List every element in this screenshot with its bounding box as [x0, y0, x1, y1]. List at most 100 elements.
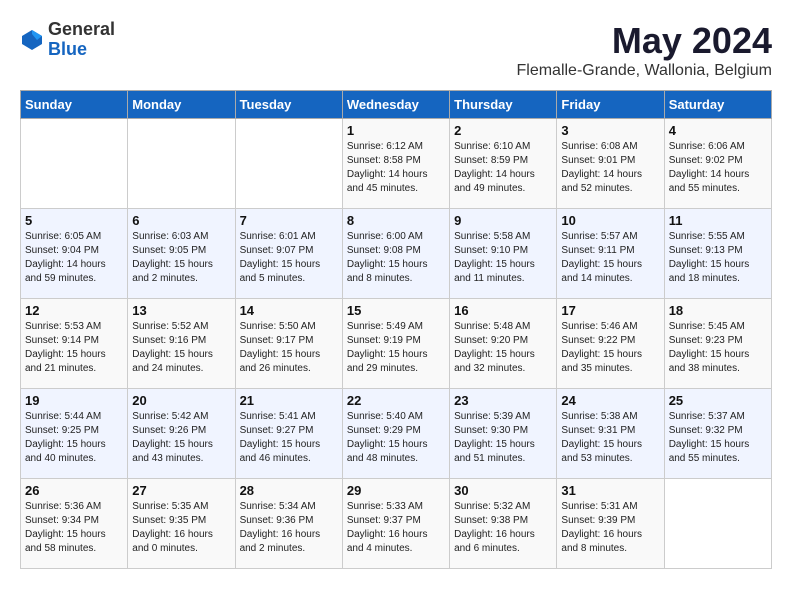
day-number: 4 [669, 123, 767, 138]
calendar-cell: 18Sunrise: 5:45 AM Sunset: 9:23 PM Dayli… [664, 299, 771, 389]
calendar-cell: 25 Sunrise: 5:37 AM Sunset: 9:32 PM Dayli… [664, 389, 771, 479]
day-number: 29 [347, 483, 445, 498]
day-info: Sunrise: 5:53 AM Sunset: 9:14 PM Dayligh… [25, 320, 123, 376]
calendar-cell [235, 119, 342, 209]
day-info: Sunrise: 6:03 AM Sunset: 9:05 PM Dayligh… [132, 230, 230, 286]
day-number: 14 [240, 303, 338, 318]
weekday-header-row: SundayMondayTuesdayWednesdayThursdayFrid… [21, 91, 772, 119]
day-info: Sunrise: 5:50 AM Sunset: 9:17 PM Dayligh… [240, 320, 338, 376]
page-header: General Blue May 2024 Flemalle-Grande, W… [20, 20, 772, 80]
day-info: Sunrise: 6:12 AM Sunset: 8:58 PM Dayligh… [347, 140, 445, 196]
day-number: 7 [240, 213, 338, 228]
day-number: 1 [347, 123, 445, 138]
calendar-cell: 11Sunrise: 5:55 AM Sunset: 9:13 PM Dayli… [664, 209, 771, 299]
calendar-cell: 4 Sunrise: 6:06 AM Sunset: 9:02 PM Daylig… [664, 119, 771, 209]
calendar-week-row: 1 Sunrise: 6:12 AM Sunset: 8:58 PM Daylig… [21, 119, 772, 209]
day-info: Sunrise: 5:44 AM Sunset: 9:25 PM Dayligh… [25, 410, 123, 466]
day-number: 2 [454, 123, 552, 138]
weekday-header-saturday: Saturday [664, 91, 771, 119]
day-number: 22 [347, 393, 445, 408]
day-info: Sunrise: 5:33 AM Sunset: 9:37 PM Dayligh… [347, 500, 445, 556]
calendar-cell: 16 Sunrise: 5:48 AM Sunset: 9:20 PM Dayli… [450, 299, 557, 389]
calendar-cell [21, 119, 128, 209]
day-info: Sunrise: 5:37 AM Sunset: 9:32 PM Dayligh… [669, 410, 767, 466]
day-number: 5 [25, 213, 123, 228]
calendar-cell: 15Sunrise: 5:49 AM Sunset: 9:19 PM Dayli… [342, 299, 449, 389]
calendar-cell: 28Sunrise: 5:34 AM Sunset: 9:36 PM Dayli… [235, 479, 342, 569]
calendar-cell: 9Sunrise: 5:58 AM Sunset: 9:10 PM Daylig… [450, 209, 557, 299]
day-number: 8 [347, 213, 445, 228]
calendar-cell: 29 Sunrise: 5:33 AM Sunset: 9:37 PM Dayli… [342, 479, 449, 569]
day-info: Sunrise: 6:10 AM Sunset: 8:59 PM Dayligh… [454, 140, 552, 196]
day-number: 27 [132, 483, 230, 498]
day-number: 30 [454, 483, 552, 498]
logo-blue-text: Blue [48, 40, 115, 60]
day-number: 31 [561, 483, 659, 498]
calendar-cell: 6 Sunrise: 6:03 AM Sunset: 9:05 PM Daylig… [128, 209, 235, 299]
day-info: Sunrise: 5:35 AM Sunset: 9:35 PM Dayligh… [132, 500, 230, 556]
calendar-cell: 26 Sunrise: 5:36 AM Sunset: 9:34 PM Dayli… [21, 479, 128, 569]
day-info: Sunrise: 5:45 AM Sunset: 9:23 PM Dayligh… [669, 320, 767, 376]
day-number: 19 [25, 393, 123, 408]
day-info: Sunrise: 5:38 AM Sunset: 9:31 PM Dayligh… [561, 410, 659, 466]
day-number: 6 [132, 213, 230, 228]
calendar-cell: 31 Sunrise: 5:31 AM Sunset: 9:39 PM Dayli… [557, 479, 664, 569]
calendar-cell: 19 Sunrise: 5:44 AM Sunset: 9:25 PM Dayli… [21, 389, 128, 479]
day-number: 24 [561, 393, 659, 408]
calendar-cell [128, 119, 235, 209]
day-number: 16 [454, 303, 552, 318]
logo-icon [20, 28, 44, 52]
day-info: Sunrise: 5:39 AM Sunset: 9:30 PM Dayligh… [454, 410, 552, 466]
day-info: Sunrise: 5:31 AM Sunset: 9:39 PM Dayligh… [561, 500, 659, 556]
calendar-cell: 24 Sunrise: 5:38 AM Sunset: 9:31 PM Dayli… [557, 389, 664, 479]
weekday-header-tuesday: Tuesday [235, 91, 342, 119]
day-info: Sunrise: 5:42 AM Sunset: 9:26 PM Dayligh… [132, 410, 230, 466]
logo-text: General Blue [48, 20, 115, 60]
weekday-header-thursday: Thursday [450, 91, 557, 119]
day-number: 23 [454, 393, 552, 408]
day-info: Sunrise: 5:57 AM Sunset: 9:11 PM Dayligh… [561, 230, 659, 286]
day-info: Sunrise: 6:00 AM Sunset: 9:08 PM Dayligh… [347, 230, 445, 286]
day-number: 25 [669, 393, 767, 408]
day-number: 20 [132, 393, 230, 408]
day-number: 15 [347, 303, 445, 318]
day-number: 11 [669, 213, 767, 228]
calendar-cell: 23 Sunrise: 5:39 AM Sunset: 9:30 PM Dayli… [450, 389, 557, 479]
calendar-cell: 17 Sunrise: 5:46 AM Sunset: 9:22 PM Dayli… [557, 299, 664, 389]
day-number: 17 [561, 303, 659, 318]
day-info: Sunrise: 6:05 AM Sunset: 9:04 PM Dayligh… [25, 230, 123, 286]
weekday-header-friday: Friday [557, 91, 664, 119]
day-number: 28 [240, 483, 338, 498]
day-info: Sunrise: 5:48 AM Sunset: 9:20 PM Dayligh… [454, 320, 552, 376]
calendar-cell: 7Sunrise: 6:01 AM Sunset: 9:07 PM Daylig… [235, 209, 342, 299]
calendar-week-row: 19 Sunrise: 5:44 AM Sunset: 9:25 PM Dayli… [21, 389, 772, 479]
location-subtitle: Flemalle-Grande, Wallonia, Belgium [516, 62, 772, 80]
weekday-header-monday: Monday [128, 91, 235, 119]
calendar-cell: 10Sunrise: 5:57 AM Sunset: 9:11 PM Dayli… [557, 209, 664, 299]
day-number: 12 [25, 303, 123, 318]
day-info: Sunrise: 5:32 AM Sunset: 9:38 PM Dayligh… [454, 500, 552, 556]
logo-general: General [48, 20, 115, 40]
calendar-cell: 13Sunrise: 5:52 AM Sunset: 9:16 PM Dayli… [128, 299, 235, 389]
calendar-cell: 20 Sunrise: 5:42 AM Sunset: 9:26 PM Dayli… [128, 389, 235, 479]
calendar-week-row: 5 Sunrise: 6:05 AM Sunset: 9:04 PM Daylig… [21, 209, 772, 299]
day-info: Sunrise: 5:46 AM Sunset: 9:22 PM Dayligh… [561, 320, 659, 376]
calendar-cell: 14 Sunrise: 5:50 AM Sunset: 9:17 PM Dayli… [235, 299, 342, 389]
logo: General Blue [20, 20, 115, 60]
calendar-cell: 2 Sunrise: 6:10 AM Sunset: 8:59 PM Daylig… [450, 119, 557, 209]
day-number: 3 [561, 123, 659, 138]
calendar-week-row: 12 Sunrise: 5:53 AM Sunset: 9:14 PM Dayli… [21, 299, 772, 389]
day-info: Sunrise: 6:06 AM Sunset: 9:02 PM Dayligh… [669, 140, 767, 196]
day-info: Sunrise: 5:41 AM Sunset: 9:27 PM Dayligh… [240, 410, 338, 466]
day-info: Sunrise: 5:40 AM Sunset: 9:29 PM Dayligh… [347, 410, 445, 466]
month-year-title: May 2024 [516, 20, 772, 62]
day-number: 26 [25, 483, 123, 498]
calendar-cell: 3Sunrise: 6:08 AM Sunset: 9:01 PM Daylig… [557, 119, 664, 209]
day-number: 9 [454, 213, 552, 228]
day-info: Sunrise: 5:36 AM Sunset: 9:34 PM Dayligh… [25, 500, 123, 556]
calendar-cell: 22 Sunrise: 5:40 AM Sunset: 9:29 PM Dayli… [342, 389, 449, 479]
calendar-cell: 27 Sunrise: 5:35 AM Sunset: 9:35 PM Dayli… [128, 479, 235, 569]
day-info: Sunrise: 5:52 AM Sunset: 9:16 PM Dayligh… [132, 320, 230, 376]
day-number: 21 [240, 393, 338, 408]
calendar-cell: 30 Sunrise: 5:32 AM Sunset: 9:38 PM Dayli… [450, 479, 557, 569]
